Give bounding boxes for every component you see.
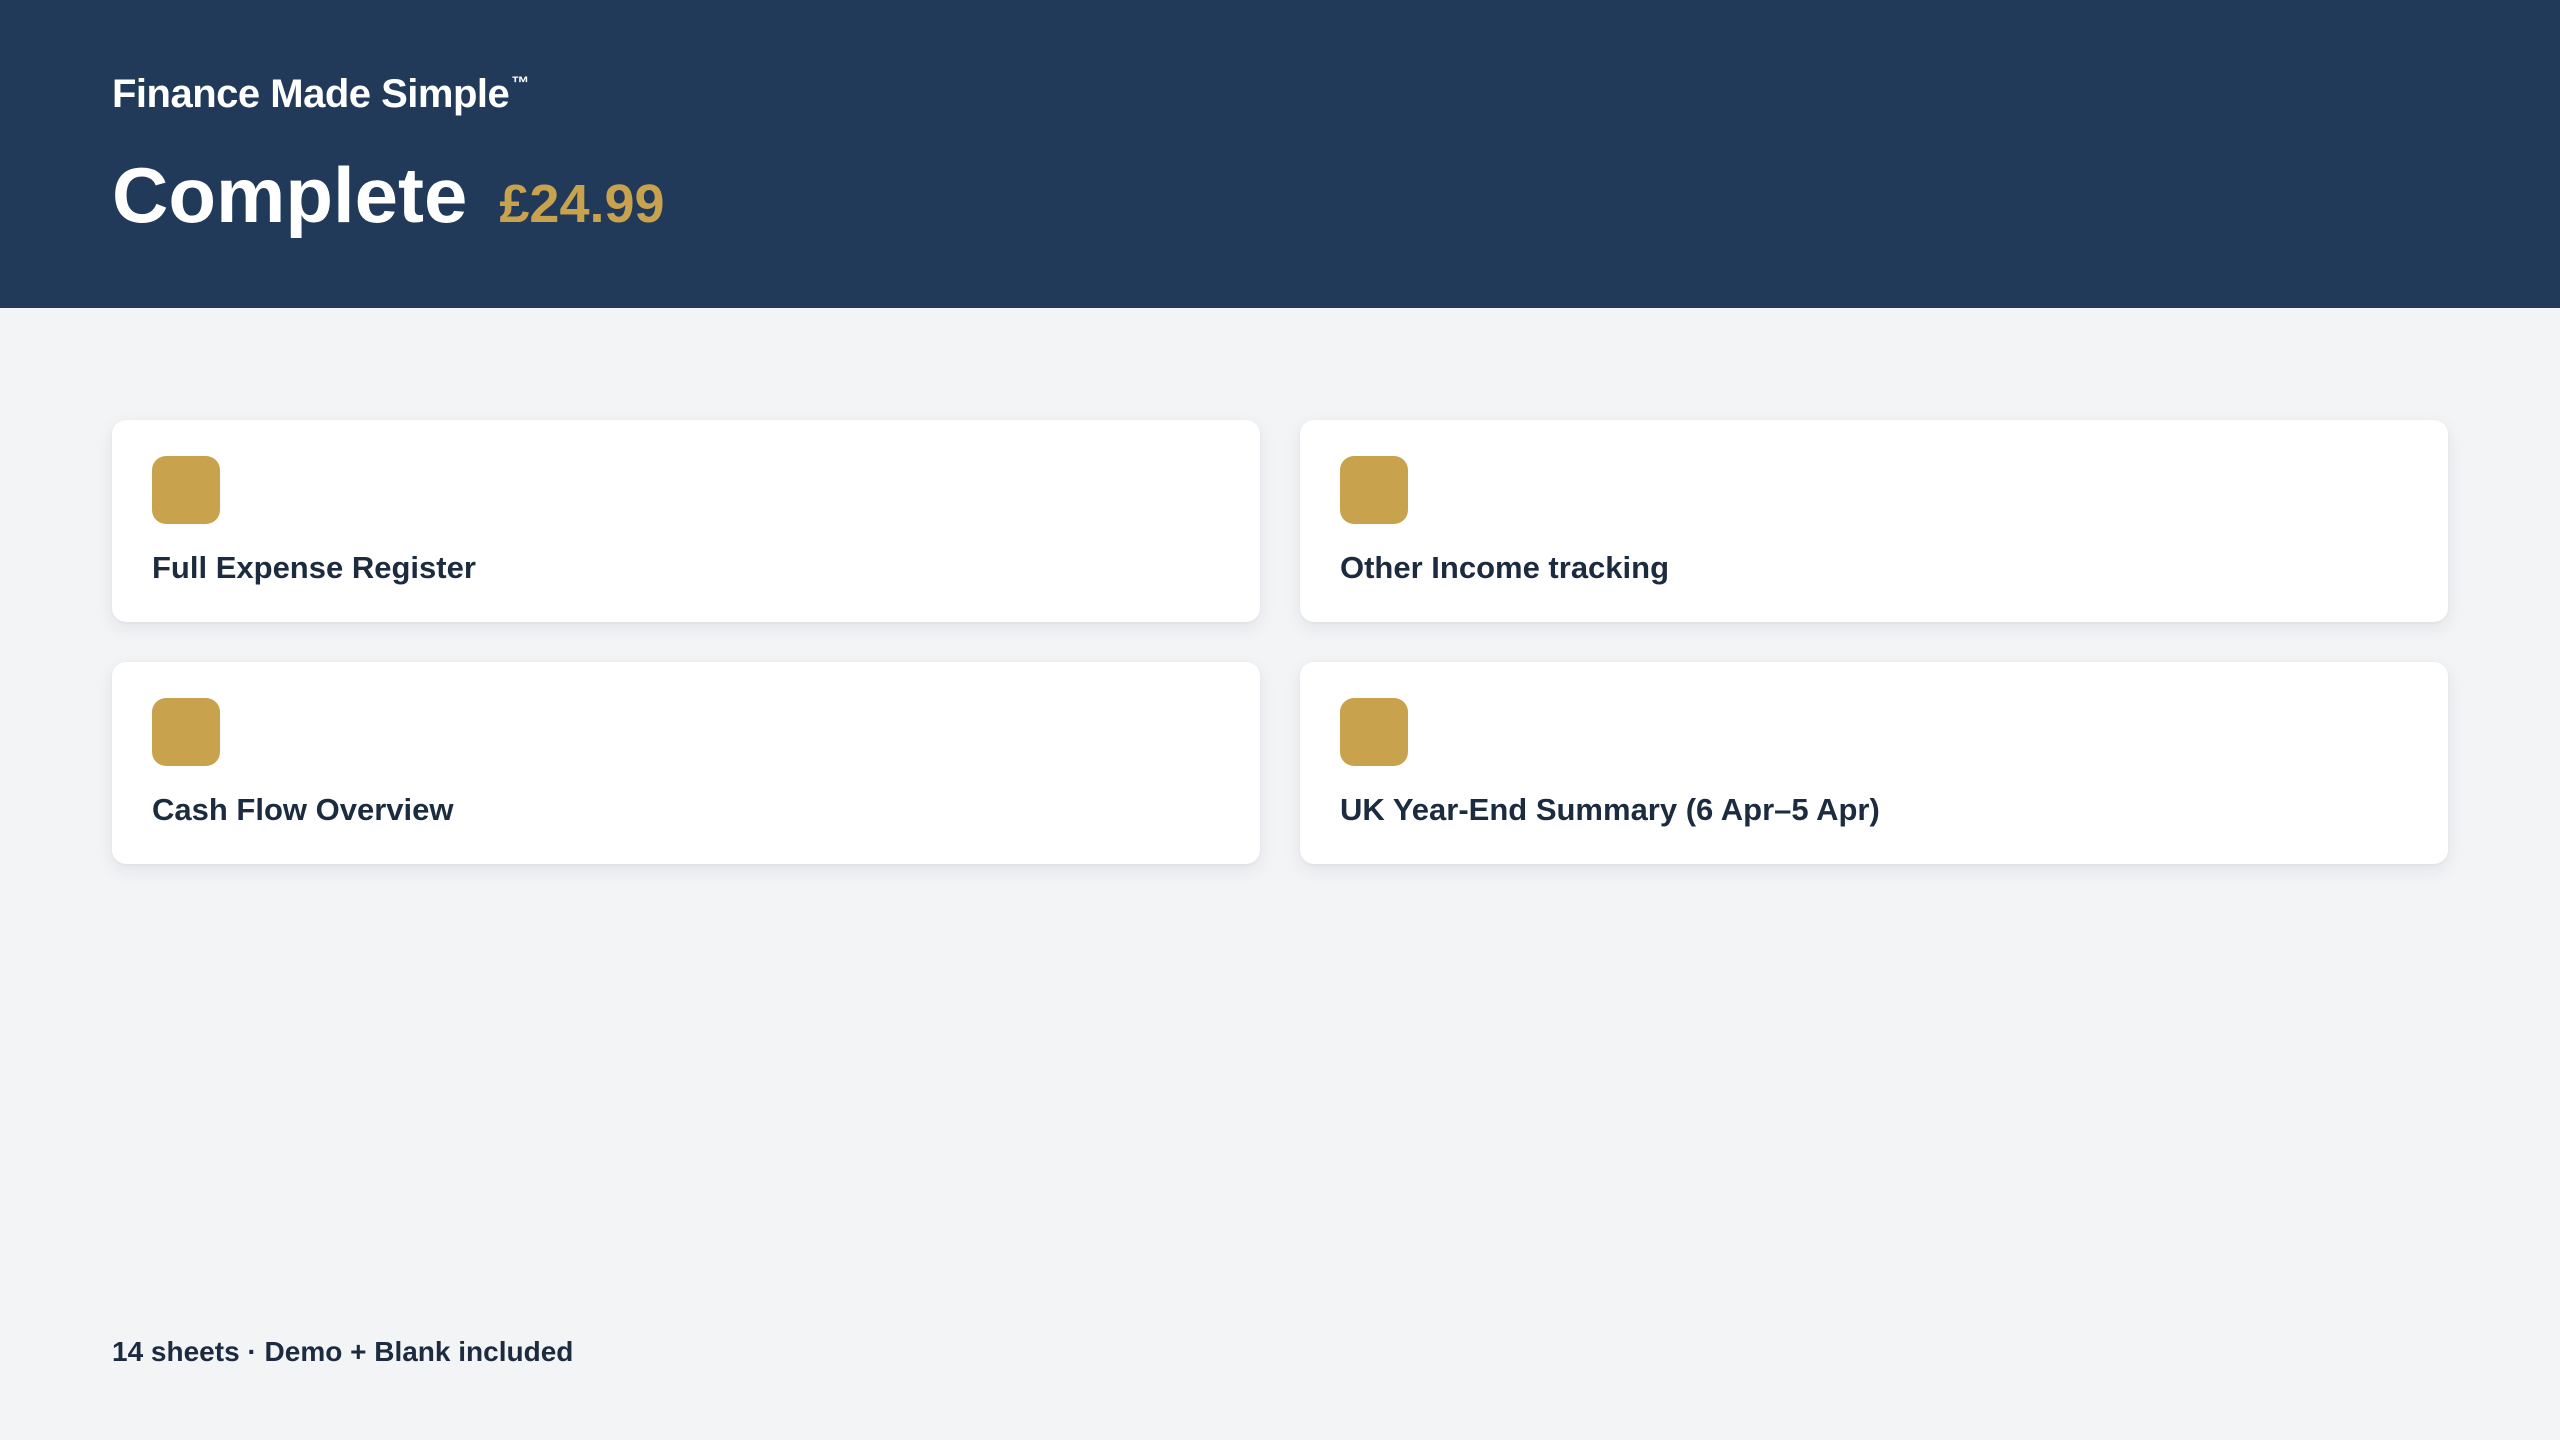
trademark-symbol: ™: [511, 72, 529, 93]
feature-card-expense-register: Full Expense Register: [112, 420, 1260, 622]
feature-icon: [152, 698, 220, 766]
header-banner: Finance Made Simple ™ Complete £24.99: [0, 0, 2560, 308]
plan-price: £24.99: [499, 174, 665, 234]
brand-name: Finance Made Simple ™: [112, 72, 529, 117]
feature-label: UK Year-End Summary (6 Apr–5 Apr): [1340, 792, 1880, 827]
feature-icon: [1340, 456, 1408, 524]
feature-label: Cash Flow Overview: [152, 792, 454, 827]
feature-label: Full Expense Register: [152, 550, 476, 585]
footer-note: 14 sheets · Demo + Blank included: [112, 1336, 574, 1367]
feature-grid: Full Expense Register Other Income track…: [112, 420, 2448, 864]
feature-card-other-income: Other Income tracking: [1300, 420, 2448, 622]
feature-icon: [1340, 698, 1408, 766]
feature-label: Other Income tracking: [1340, 550, 1670, 585]
brand-text: Finance Made Simple: [112, 72, 510, 116]
title-row: Complete £24.99: [112, 150, 665, 241]
plan-title: Complete: [112, 151, 468, 239]
feature-card-cash-flow: Cash Flow Overview: [112, 662, 1260, 864]
feature-icon: [152, 456, 220, 524]
feature-card-year-end-summary: UK Year-End Summary (6 Apr–5 Apr): [1300, 662, 2448, 864]
